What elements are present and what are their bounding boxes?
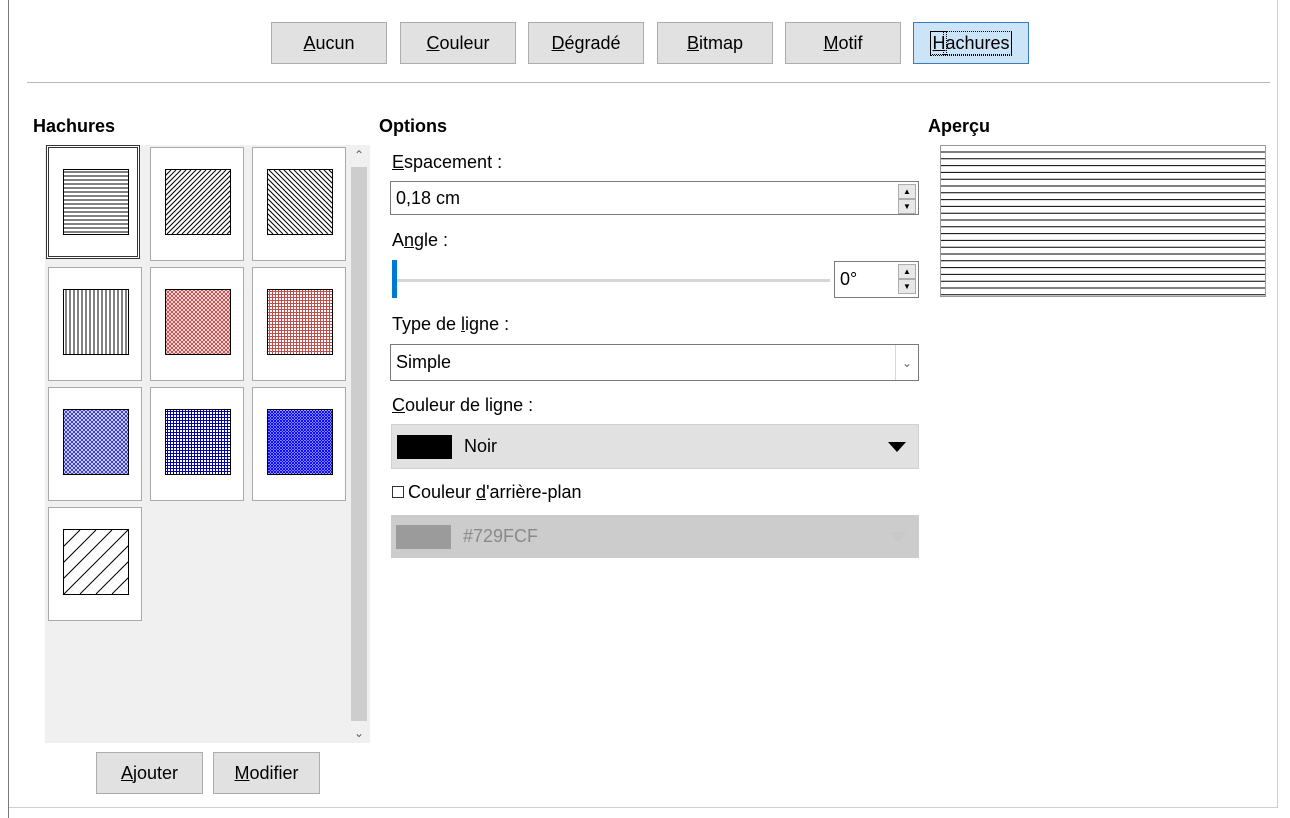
hatch-swatch-icon: [267, 169, 333, 235]
tab-hatch[interactable]: Hachures: [913, 22, 1029, 64]
line-color-swatch: [397, 434, 452, 459]
hatch-preview: [940, 145, 1266, 297]
tab-pattern[interactable]: Motif: [785, 22, 901, 64]
spin-up-icon[interactable]: ▲: [898, 264, 916, 279]
scrollbar-thumb[interactable]: [351, 167, 367, 721]
hatch-tile[interactable]: [48, 267, 142, 381]
spin-down-icon[interactable]: ▼: [898, 279, 916, 294]
hatch-tile[interactable]: [252, 267, 346, 381]
options-heading: Options: [379, 116, 447, 136]
background-color-checkbox[interactable]: [392, 486, 404, 498]
hatch-swatch-icon: [63, 529, 129, 595]
angle-slider-track[interactable]: [392, 279, 830, 282]
hatch-swatch-icon: [63, 289, 129, 355]
angle-slider-thumb[interactable]: [392, 260, 397, 298]
add-button[interactable]: Ajouter: [96, 752, 203, 794]
background-color-swatch: [396, 524, 451, 549]
hatch-tile[interactable]: [150, 387, 244, 501]
hatch-swatch-icon: [63, 409, 129, 475]
background-color-label: Couleur d'arrière-plan: [408, 482, 582, 502]
spacing-label: Espacement :: [392, 152, 503, 172]
hatch-list-scrollbar[interactable]: ⌃ ⌄: [348, 145, 370, 743]
hatch-swatch-icon: [165, 289, 231, 355]
hatch-tile[interactable]: [46, 145, 140, 259]
line-type-label: Type de ligne :: [392, 314, 510, 334]
preview-hatch-lines: [941, 151, 1265, 296]
window-right-border: [1277, 0, 1278, 808]
hatch-tile[interactable]: [48, 387, 142, 501]
tab-gradient[interactable]: Dégradé: [528, 22, 644, 64]
hatch-swatch-icon: [165, 409, 231, 475]
modify-button[interactable]: Modifier: [213, 752, 320, 794]
line-color-label: Couleur de ligne :: [392, 395, 534, 415]
window-left-border: [8, 0, 9, 818]
line-type-dropdown[interactable]: Simple ⌄: [390, 344, 919, 381]
angle-label: Angle :: [392, 230, 449, 250]
tab-separator: [27, 82, 1270, 83]
tab-bitmap[interactable]: Bitmap: [657, 22, 773, 64]
hatch-tile[interactable]: [252, 147, 346, 261]
spin-up-icon[interactable]: ▲: [898, 184, 916, 199]
spacing-field[interactable]: 0,18 cm: [390, 181, 919, 215]
tab-none[interactable]: Aucun: [271, 22, 387, 64]
preview-heading: Aperçu: [928, 116, 991, 136]
dropdown-arrow-icon[interactable]: [889, 531, 907, 542]
scroll-up-icon[interactable]: ⌃: [348, 145, 370, 165]
hatch-swatch-icon: [267, 409, 333, 475]
hatch-tile[interactable]: [150, 267, 244, 381]
hatch-tile[interactable]: [150, 147, 244, 261]
hatch-list-heading: Hachures: [33, 116, 116, 136]
line-color-dropdown[interactable]: Noir: [391, 424, 919, 469]
angle-spinner[interactable]: ▲ ▼: [898, 264, 916, 294]
spacing-spinner[interactable]: ▲ ▼: [898, 184, 916, 214]
background-color-dropdown[interactable]: #729FCF: [391, 515, 919, 558]
window-bottom-border: [9, 807, 1278, 808]
spin-down-icon[interactable]: ▼: [898, 199, 916, 214]
hatch-tile[interactable]: [252, 387, 346, 501]
hatch-swatch-icon: [165, 169, 231, 235]
chevron-down-icon[interactable]: ⌄: [895, 345, 918, 380]
scroll-down-icon[interactable]: ⌄: [348, 723, 370, 743]
tab-color[interactable]: Couleur: [400, 22, 516, 64]
hatch-swatch-icon: [267, 289, 333, 355]
hatch-tile[interactable]: [48, 507, 142, 621]
dropdown-arrow-icon[interactable]: [888, 441, 906, 452]
hatch-swatch-icon: [63, 169, 129, 235]
